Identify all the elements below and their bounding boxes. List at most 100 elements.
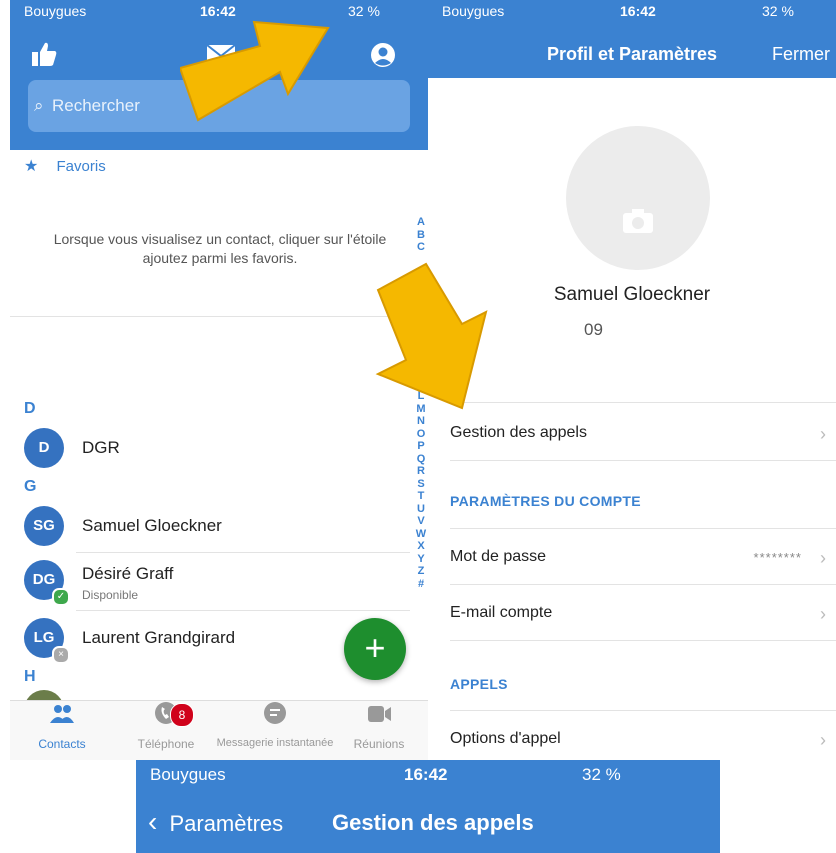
- tab-meetings[interactable]: Réunions: [344, 701, 414, 751]
- alpha-z[interactable]: Z: [414, 565, 428, 578]
- battery-label: 32 %: [762, 3, 794, 19]
- tab-label: Contacts: [38, 737, 86, 751]
- battery-label: 32 %: [582, 765, 621, 784]
- contact-row[interactable]: D DGR: [24, 428, 414, 476]
- avatar: SG: [24, 506, 64, 546]
- camera-icon: [623, 209, 653, 233]
- back-button[interactable]: ‹ Paramètres: [148, 806, 283, 838]
- carrier-label: Bouygues: [442, 3, 505, 19]
- divider: [450, 402, 836, 403]
- carrier-label: Bouygues: [150, 765, 226, 784]
- thumbs-up-icon[interactable]: [30, 40, 58, 68]
- contact-status: Disponible: [82, 588, 139, 602]
- alpha-y[interactable]: Y: [414, 553, 428, 566]
- section-letter-d: D: [24, 400, 36, 417]
- annotation-arrow-icon: [375, 262, 488, 410]
- alpha-c[interactable]: C: [414, 241, 428, 254]
- video-icon: [344, 701, 414, 737]
- chevron-right-icon: ›: [820, 548, 826, 568]
- close-button[interactable]: Fermer: [772, 44, 830, 65]
- clock: 16:42: [620, 3, 656, 19]
- alpha-q[interactable]: Q: [414, 453, 428, 466]
- row-label: Mot de passe: [450, 548, 547, 565]
- clock: 16:42: [404, 765, 448, 784]
- profile-icon[interactable]: [370, 42, 396, 68]
- offline-status-icon: ×: [52, 646, 70, 664]
- add-contact-button[interactable]: +: [344, 618, 406, 680]
- contact-row[interactable]: DG ✓ Désiré Graff Disponible: [24, 560, 414, 608]
- tab-label: Messagerie instantanée: [216, 737, 334, 749]
- divider: [76, 552, 410, 553]
- carrier-label: Bouygues: [24, 3, 87, 19]
- contact-row[interactable]: SG Samuel Gloeckner: [24, 506, 414, 554]
- contact-name: Samuel Gloeckner: [82, 516, 222, 535]
- tab-label: Téléphone: [137, 737, 195, 751]
- call-options-row[interactable]: Options d'appel ›: [450, 712, 836, 760]
- divider: [450, 640, 836, 641]
- divider: [450, 584, 836, 585]
- alpha-hash[interactable]: #: [414, 578, 428, 591]
- back-label: Paramètres: [169, 811, 284, 836]
- alpha-v[interactable]: V: [414, 515, 428, 528]
- chevron-right-icon: ›: [820, 604, 826, 624]
- contact-name: Laurent Grandgirard: [82, 628, 236, 647]
- user-phone: 09: [584, 320, 603, 339]
- tab-contacts[interactable]: Contacts: [18, 701, 106, 751]
- avatar: D: [24, 428, 64, 468]
- section-letter-g: G: [24, 478, 37, 495]
- tab-phone[interactable]: Téléphone 8: [130, 701, 202, 751]
- contact-name: DGR: [82, 438, 120, 457]
- account-section-header: PARAMÈTRES DU COMPTE: [450, 493, 641, 509]
- alphabet-index[interactable]: L M N O P Q R S T U V W X Y Z #: [414, 390, 428, 590]
- favorites-header: ★ Favoris: [24, 156, 106, 176]
- chat-icon: [206, 701, 344, 737]
- alpha-w[interactable]: W: [414, 528, 428, 541]
- plus-icon: +: [364, 627, 386, 668]
- missed-calls-badge: 8: [170, 703, 194, 727]
- contacts-icon: [18, 701, 106, 737]
- status-bar: Bouygues 16:42 32 %: [428, 2, 836, 22]
- page-title: Gestion des appels: [332, 810, 534, 835]
- alphabet-index-top[interactable]: A B C: [414, 216, 428, 254]
- alpha-t[interactable]: T: [414, 490, 428, 503]
- star-icon: ★: [24, 158, 39, 175]
- alpha-a[interactable]: A: [414, 216, 428, 229]
- password-row[interactable]: Mot de passe ******** ›: [450, 530, 836, 586]
- profile-header: Bouygues 16:42 32 % Profil et Paramètres…: [428, 0, 836, 78]
- tab-bar: Contacts Téléphone 8 Messagerie instanta…: [10, 700, 428, 760]
- search-placeholder: Rechercher: [52, 96, 140, 115]
- chevron-right-icon: ›: [820, 424, 826, 444]
- row-label: Options d'appel: [450, 730, 561, 747]
- alpha-b[interactable]: B: [414, 229, 428, 242]
- section-letter-h: H: [24, 668, 36, 685]
- profile-photo[interactable]: [566, 126, 710, 270]
- search-icon: ⌕: [34, 96, 44, 115]
- email-row[interactable]: E-mail compte ›: [450, 586, 836, 642]
- row-label: Gestion des appels: [450, 424, 587, 441]
- chevron-right-icon: ›: [820, 730, 826, 750]
- divider: [450, 528, 836, 529]
- annotation-arrow-icon: [180, 20, 330, 122]
- call-management-row[interactable]: Gestion des appels ›: [450, 406, 836, 462]
- alpha-s[interactable]: S: [414, 478, 428, 491]
- alpha-u[interactable]: U: [414, 503, 428, 516]
- password-value: ********: [753, 550, 802, 565]
- tab-messaging[interactable]: Messagerie instantanée: [206, 701, 344, 749]
- alpha-p[interactable]: P: [414, 440, 428, 453]
- alpha-x[interactable]: X: [414, 540, 428, 553]
- tab-label: Réunions: [353, 737, 405, 751]
- alpha-o[interactable]: O: [414, 428, 428, 441]
- favorites-empty-text: Lorsque vous visualisez un contact, cliq…: [53, 231, 387, 266]
- available-status-icon: ✓: [52, 588, 70, 606]
- alpha-n[interactable]: N: [414, 415, 428, 428]
- divider: [450, 460, 836, 461]
- divider: [450, 710, 836, 711]
- favorites-label: Favoris: [56, 158, 106, 175]
- divider: [10, 316, 410, 317]
- chevron-left-icon: ‹: [148, 806, 158, 837]
- contact-name: Désiré Graff: [82, 564, 174, 583]
- divider: [76, 610, 410, 611]
- alpha-r[interactable]: R: [414, 465, 428, 478]
- row-label: E-mail compte: [450, 604, 553, 621]
- calls-section-header: APPELS: [450, 676, 508, 692]
